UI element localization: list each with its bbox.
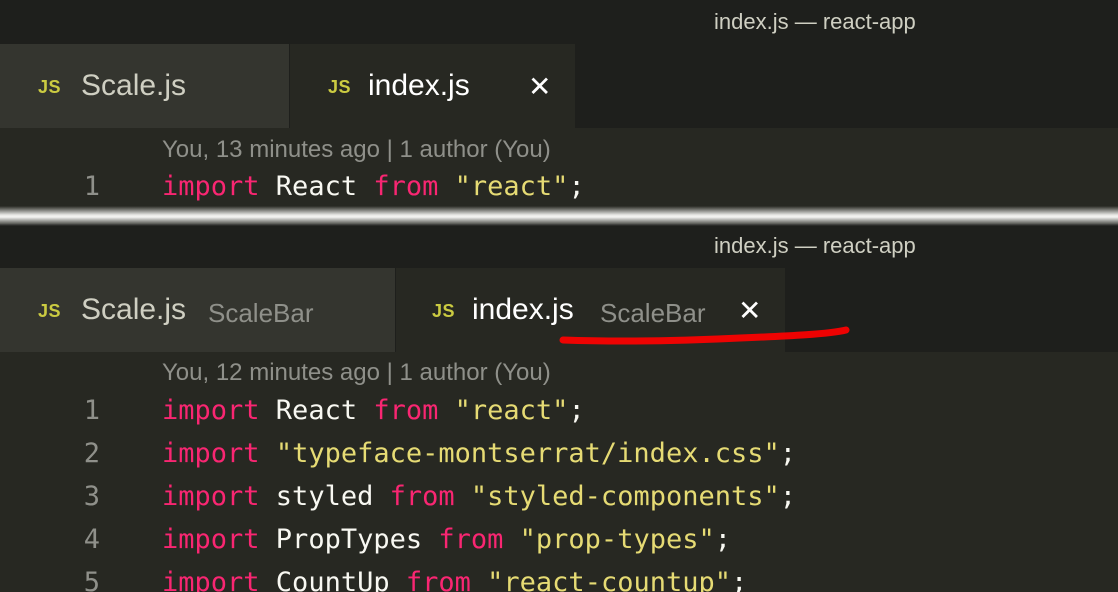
red-underline-annotation: [559, 326, 850, 345]
